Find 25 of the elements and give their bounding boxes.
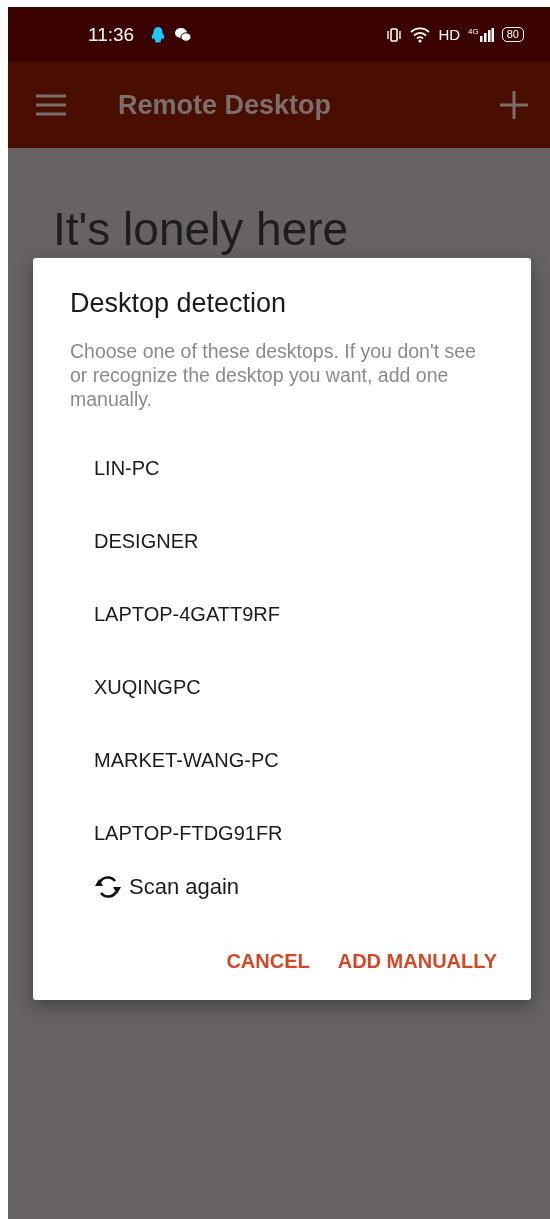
- refresh-icon[interactable]: [93, 874, 123, 900]
- desktop-list-item[interactable]: LAPTOP-4GATT9RF: [70, 578, 495, 651]
- add-icon[interactable]: [500, 91, 528, 119]
- chat-bubbles-icon: [174, 26, 193, 43]
- dialog-button[interactable]: ADD MANUALLY: [331, 944, 503, 979]
- scan-again-link[interactable]: Scan again: [129, 874, 240, 900]
- desktop-list-item[interactable]: DESIGNER: [70, 505, 495, 578]
- desktop-list-item[interactable]: LAPTOP-FTDG91FR: [70, 797, 495, 870]
- dialog-button[interactable]: CANCEL: [220, 944, 316, 979]
- network-type-label: 4G: [468, 27, 479, 36]
- desktop-list-item[interactable]: LIN-PC: [70, 432, 495, 505]
- menu-icon[interactable]: [36, 94, 66, 116]
- signal-icon: [479, 27, 494, 42]
- dialog-message: Choose one of these desktops. If you don't see or recognize the desktop you want, add one manually.: [70, 339, 477, 411]
- battery-indicator: 80: [501, 27, 524, 42]
- wifi-icon: [410, 26, 431, 43]
- penguin-icon: [150, 25, 167, 44]
- status-time: 11:36: [88, 23, 135, 46]
- desktop-list-item[interactable]: MARKET-WANG-PC: [70, 724, 495, 797]
- empty-state-heading: It's lonely here: [53, 202, 350, 256]
- vibrate-icon: [386, 26, 403, 43]
- desktop-list-item[interactable]: XUQINGPC: [70, 651, 495, 724]
- app-title: Remote Desktop: [118, 89, 332, 121]
- network-label: HD: [438, 26, 461, 43]
- dialog-title: Desktop detection: [70, 288, 288, 319]
